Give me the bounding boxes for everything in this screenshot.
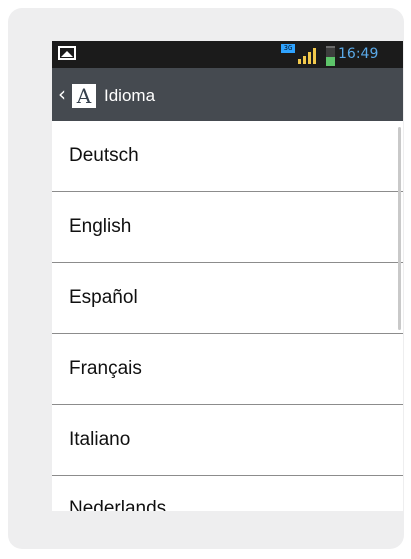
language-item-english[interactable]: English [52,192,403,263]
language-label: English [69,216,132,237]
page-title: Idioma [104,86,156,105]
action-bar: ‹ A Idioma [52,68,403,121]
language-item-francais[interactable]: Français [52,334,403,405]
language-item-deutsch[interactable]: Deutsch [52,121,403,192]
network-type-badge: 3G [281,44,295,53]
language-app-icon[interactable]: A [72,84,96,108]
language-list: Deutsch English Español Français Italian… [52,121,403,511]
picture-notification-icon [58,46,76,60]
language-label: Español [69,287,138,308]
back-chevron-icon[interactable]: ‹ [58,80,66,108]
language-label: Français [69,358,142,379]
language-item-italiano[interactable]: Italiano [52,405,403,476]
signal-bars-icon [298,48,316,64]
battery-icon [326,46,335,66]
list-scrollbar[interactable] [398,127,401,330]
status-time: 16:49 [338,46,379,62]
language-label: Nederlands [69,498,167,511]
phone-screen: 3G 16:49 ‹ A Idioma Deutsch English Espa… [52,41,403,511]
language-item-espanol[interactable]: Español [52,263,403,334]
language-label: Italiano [69,429,131,450]
status-bar: 3G 16:49 [52,41,403,68]
language-item-nederlands[interactable]: Nederlands [52,476,403,511]
language-label: Deutsch [69,145,139,166]
